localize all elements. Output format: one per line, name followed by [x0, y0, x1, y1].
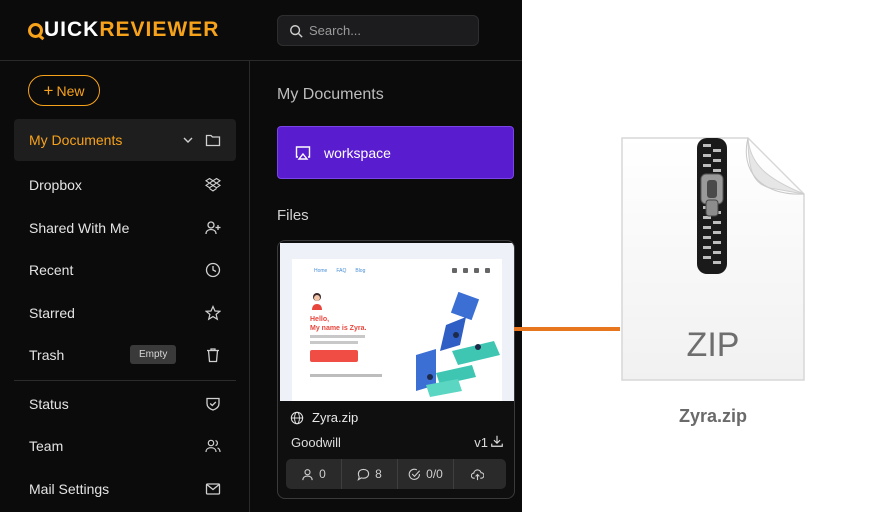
- thumbnail-footer-text: [310, 374, 382, 377]
- zip-type-label: ZIP: [686, 326, 740, 364]
- sidebar-item-label: Mail Settings: [29, 481, 110, 497]
- sidebar-item-shared-with-me[interactable]: Shared With Me: [14, 207, 236, 249]
- search-box[interactable]: [277, 15, 479, 46]
- sidebar-item-mail-settings[interactable]: Mail Settings: [14, 468, 236, 510]
- file-thumbnail[interactable]: Home FAQ Blog Hello, My name is Zyra.: [280, 243, 514, 401]
- main-panel: My Documents workspace Files Home FAQ Bl…: [250, 61, 522, 512]
- user-icon: [302, 468, 313, 480]
- empty-trash-button[interactable]: Empty: [130, 345, 177, 364]
- thumbnail-social-icons: [452, 268, 490, 273]
- search-icon: [290, 24, 303, 38]
- zip-file-caption: Zyra.zip: [678, 406, 748, 426]
- thumbnail-nav-item: Home: [314, 268, 328, 274]
- sidebar-item-label: Dropbox: [29, 177, 82, 193]
- search-input[interactable]: [309, 23, 459, 38]
- thumbnail-nav: Home FAQ Blog: [314, 268, 365, 274]
- mail-icon: [205, 483, 221, 495]
- new-button-label: New: [56, 82, 85, 99]
- logo-q-icon: [28, 22, 43, 38]
- thumbnail-name: My name is Zyra.: [310, 325, 367, 332]
- cloud-upload-icon: [471, 468, 484, 480]
- top-bar: UICK REVIEWER: [0, 0, 522, 61]
- thumbnail-headline: Hello, My name is Zyra.: [310, 315, 366, 333]
- file-owner: Goodwill: [291, 435, 341, 450]
- thumbnail-page: Home FAQ Blog Hello, My name is Zyra.: [292, 259, 502, 401]
- zip-file-icon: ZIP: [620, 136, 806, 382]
- trash-icon: [207, 348, 219, 363]
- check-circle-icon: [408, 468, 421, 480]
- globe-icon: [290, 411, 304, 424]
- clock-icon: [205, 262, 221, 278]
- app-window: UICK REVIEWER + New My Documents Dropbox…: [0, 0, 522, 512]
- sidebar-item-label: Status: [29, 396, 69, 412]
- thumbnail-illustration: [416, 291, 500, 397]
- comments-count: 8: [375, 467, 382, 481]
- thumbnail-text-line: [310, 341, 358, 344]
- comment-icon: [357, 468, 370, 481]
- file-name: Zyra.zip: [312, 410, 359, 425]
- sidebar-item-label: Team: [29, 438, 64, 454]
- star-icon: [205, 305, 221, 321]
- file-card[interactable]: Home FAQ Blog Hello, My name is Zyra. Zy…: [277, 240, 515, 499]
- workspace-label: workspace: [324, 144, 391, 161]
- shield-check-icon: [206, 397, 220, 411]
- folder-icon: [205, 134, 221, 147]
- logo-text-orange: REVIEWER: [99, 18, 220, 41]
- file-name-row[interactable]: Zyra.zip: [290, 410, 358, 425]
- airplay-icon: [295, 145, 311, 160]
- dropbox-icon: [205, 177, 221, 192]
- file-stats-bar: 0 8 0/0: [286, 459, 506, 489]
- sidebar-item-label: Recent: [29, 262, 74, 278]
- sidebar-divider: [14, 380, 236, 381]
- thumbnail-hello: Hello,: [310, 316, 330, 323]
- logo-text-white: UICK: [44, 18, 100, 41]
- sidebar-item-label: Shared With Me: [29, 220, 130, 236]
- thumbnail-avatar: [312, 293, 322, 310]
- chevron-down-icon[interactable]: [182, 134, 194, 146]
- sidebar-item-starred[interactable]: Starred: [14, 292, 236, 334]
- thumbnail-cta: [310, 350, 358, 362]
- sidebar-item-team[interactable]: Team: [14, 425, 236, 467]
- workspace-folder[interactable]: workspace: [277, 126, 514, 179]
- sidebar-item-recent[interactable]: Recent: [14, 249, 236, 291]
- user-add-icon: [205, 221, 221, 235]
- tasks-count: 0/0: [426, 467, 443, 481]
- sidebar: + New My Documents Dropbox Shared With M…: [0, 61, 250, 512]
- sidebar-item-status[interactable]: Status: [14, 383, 236, 425]
- reviewers-count: 0: [319, 467, 326, 481]
- sidebar-item-label: Trash: [29, 347, 65, 363]
- sidebar-item-my-documents[interactable]: My Documents: [14, 119, 236, 161]
- tasks-stat[interactable]: 0/0: [398, 459, 454, 489]
- download-icon[interactable]: [490, 434, 504, 448]
- upload-stat[interactable]: [454, 459, 506, 489]
- files-heading: Files: [277, 207, 309, 224]
- thumbnail-text-line: [310, 335, 365, 338]
- sidebar-item-trash[interactable]: Trash Empty: [14, 334, 236, 376]
- quickreviewer-logo[interactable]: UICK REVIEWER: [28, 18, 219, 42]
- connector-line: [514, 327, 620, 331]
- thumbnail-nav-item: FAQ: [336, 268, 347, 274]
- new-button[interactable]: + New: [28, 75, 100, 106]
- reviewers-stat[interactable]: 0: [286, 459, 342, 489]
- comments-stat[interactable]: 8: [342, 459, 398, 489]
- page-title: My Documents: [277, 86, 384, 103]
- thumbnail-nav-item: Blog: [355, 268, 366, 274]
- file-version[interactable]: v1: [474, 435, 488, 450]
- team-icon: [205, 439, 221, 453]
- sidebar-item-label: My Documents: [29, 132, 123, 148]
- plus-icon: +: [43, 81, 54, 100]
- sidebar-item-label: Starred: [29, 305, 75, 321]
- sidebar-item-dropbox[interactable]: Dropbox: [14, 164, 236, 206]
